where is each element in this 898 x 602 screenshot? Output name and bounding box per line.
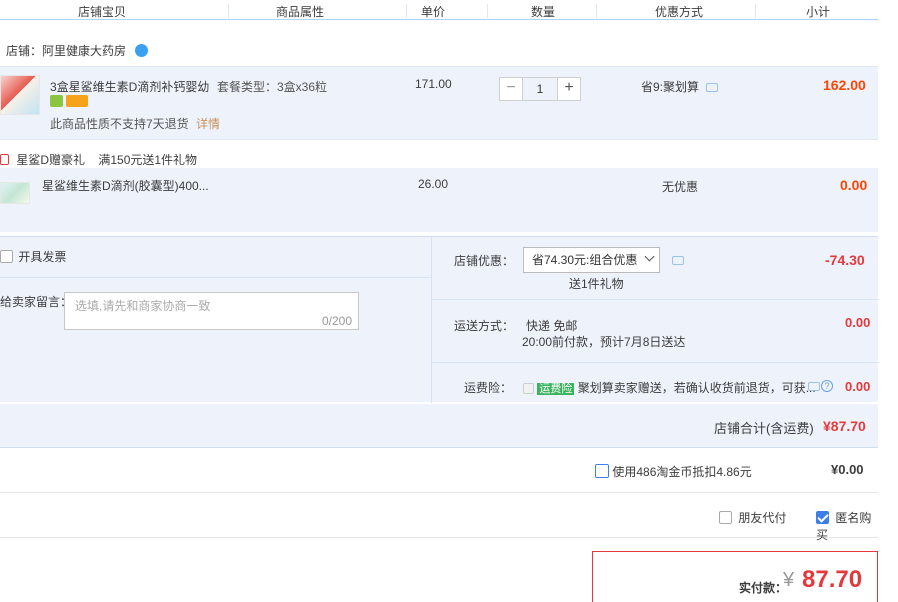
message-counter: 0/200 [321,314,352,328]
insurance-detail: 运费险 聚划算卖家赠送，若确认收货前退货，可获... [523,379,816,396]
col-shop-item: 店铺宝贝 [78,5,127,19]
badge-icon [50,95,63,107]
no-return-notice: 此商品性质不支持7天退货 详情 [50,115,220,132]
invoice-label: 开具发票 [18,250,67,264]
anonymous-option: 匿名购买 [816,509,878,543]
coin-label: 使用486淘金币抵扣4.86元 [612,465,752,479]
coin-row: 使用486淘金币抵扣4.86元 ¥0.00 [0,449,878,493]
shipping-method: 快递 免邮 [526,319,578,333]
insurance-checkbox[interactable] [523,383,534,394]
friend-pay-label: 朋友代付 [738,511,787,525]
col-subtotal: 小计 [806,5,831,19]
shop-total-label: 店铺合计(含运费) [714,421,814,436]
message-field[interactable]: 选填,请先和商家协商一致 0/200 [64,292,359,330]
gift-subtotal: 0.00 [840,177,868,193]
order-options: 开具发票 给卖家留言： 选填,请先和商家协商一致 0/200 店铺优惠： 省74… [0,236,879,403]
payment-label: 实付款： [739,581,788,595]
message-placeholder: 选填,请先和商家协商一致 [75,299,211,313]
col-price: 单价 [421,5,446,19]
shop-label[interactable]: 店铺：阿里健康大药房 [6,44,126,58]
gift-discount: 无优惠 [662,180,699,194]
cart-item-gift: 星鲨维生素D滴剂(胶囊型)400... 26.00 无优惠 0.00 [0,168,878,232]
shop-discount-label: 店铺优惠： [454,254,515,268]
friend-pay-option: 朋友代付 [719,509,786,526]
card-icon [66,95,88,107]
message-label: 给卖家留言： [0,295,73,309]
purchase-options: 朋友代付 匿名购买 [0,494,878,542]
col-qty: 数量 [531,5,556,19]
insurance-amount: 0.00 [845,379,871,394]
payment-currency: ¥ [783,569,795,591]
chevron-down-icon [644,251,655,262]
shop-name: 店铺：阿里健康大药房 [6,42,149,59]
coin-amount: ¥0.00 [831,462,864,477]
unit-price: 171.00 [415,77,452,91]
col-attr: 商品属性 [276,5,325,19]
detail-link[interactable]: 详情 [196,117,220,131]
insurance-label: 运费险： [464,381,513,395]
chat-icon[interactable] [706,83,719,93]
gift-promo: 星鲨D赠豪礼 满150元送1件礼物 [0,151,197,168]
column-header: 店铺宝贝 商品属性 单价 数量 优惠方式 小计 [0,0,878,20]
product-title[interactable]: 3盒星鲨维生素D滴剂补钙婴幼... [50,78,210,95]
coin-checkbox[interactable] [595,464,609,478]
chat-icon[interactable] [672,256,684,265]
service-badges [50,95,88,107]
invoice-option: 开具发票 [0,248,66,265]
chat-icon[interactable] [808,382,820,391]
cart-item-1: 3盒星鲨维生素D滴剂补钙婴幼... 此商品性质不支持7天退货 详情 套餐类型：3… [0,66,878,140]
payment-amount: 87.70 [802,566,863,593]
shipping-label: 运送方式： [454,319,515,333]
friend-pay-checkbox[interactable] [719,511,732,524]
insurance-tag: 运费险 [537,383,575,395]
select-value: 省74.30元:组合优惠 [532,253,638,267]
discount-note: 送1件礼物 [569,277,624,291]
discount-method: 省9:聚划算 [641,78,719,95]
discount-text: 省9:聚划算 [641,80,700,94]
anonymous-checkbox[interactable] [816,511,829,524]
item-subtotal: 162.00 [823,77,866,93]
shop-discount-select[interactable]: 省74.30元:组合优惠 [523,247,660,273]
product-thumbnail[interactable] [0,75,40,115]
gift-tag: 星鲨D赠豪礼 [16,153,86,167]
product-attr: 套餐类型：3盒x36粒 [217,80,328,94]
shipping-amount: 0.00 [845,315,871,330]
decrease-button[interactable]: − [499,77,523,101]
quantity-stepper: − 1 + [499,77,581,101]
shop-total-row: 店铺合计(含运费) ¥87.70 [0,404,878,448]
shop-total-amount: ¥87.70 [823,418,866,434]
help-icon[interactable]: ? [821,380,833,392]
gift-thumbnail[interactable] [0,182,30,204]
shipping-eta: 20:00前付款，预计7月8日送达 [522,335,686,349]
gift-icon [0,154,9,165]
payment-summary: 实付款： ¥ 87.70 [592,551,878,602]
invoice-checkbox[interactable] [0,250,13,263]
wangwang-icon[interactable] [135,44,149,57]
col-discount: 优惠方式 [655,5,704,19]
shop-discount-amount: -74.30 [825,252,865,268]
coin-option: 使用486淘金币抵扣4.86元 [595,463,752,480]
gift-title[interactable]: 星鲨维生素D滴剂(胶囊型)400... [42,177,209,194]
quantity-input[interactable]: 1 [523,77,557,101]
right-options: 店铺优惠： 省74.30元:组合优惠 送1件礼物 -74.30 运送方式： 快递… [431,237,879,403]
gift-rule: 满150元送1件礼物 [98,153,198,167]
left-options: 开具发票 给卖家留言： 选填,请先和商家协商一致 0/200 [0,237,431,403]
gift-unit-price: 26.00 [418,177,449,191]
notice-text: 此商品性质不支持7天退货 [50,117,189,131]
insurance-text: 聚划算卖家赠送，若确认收货前退货，可获... [577,381,816,395]
increase-button[interactable]: + [557,77,581,101]
